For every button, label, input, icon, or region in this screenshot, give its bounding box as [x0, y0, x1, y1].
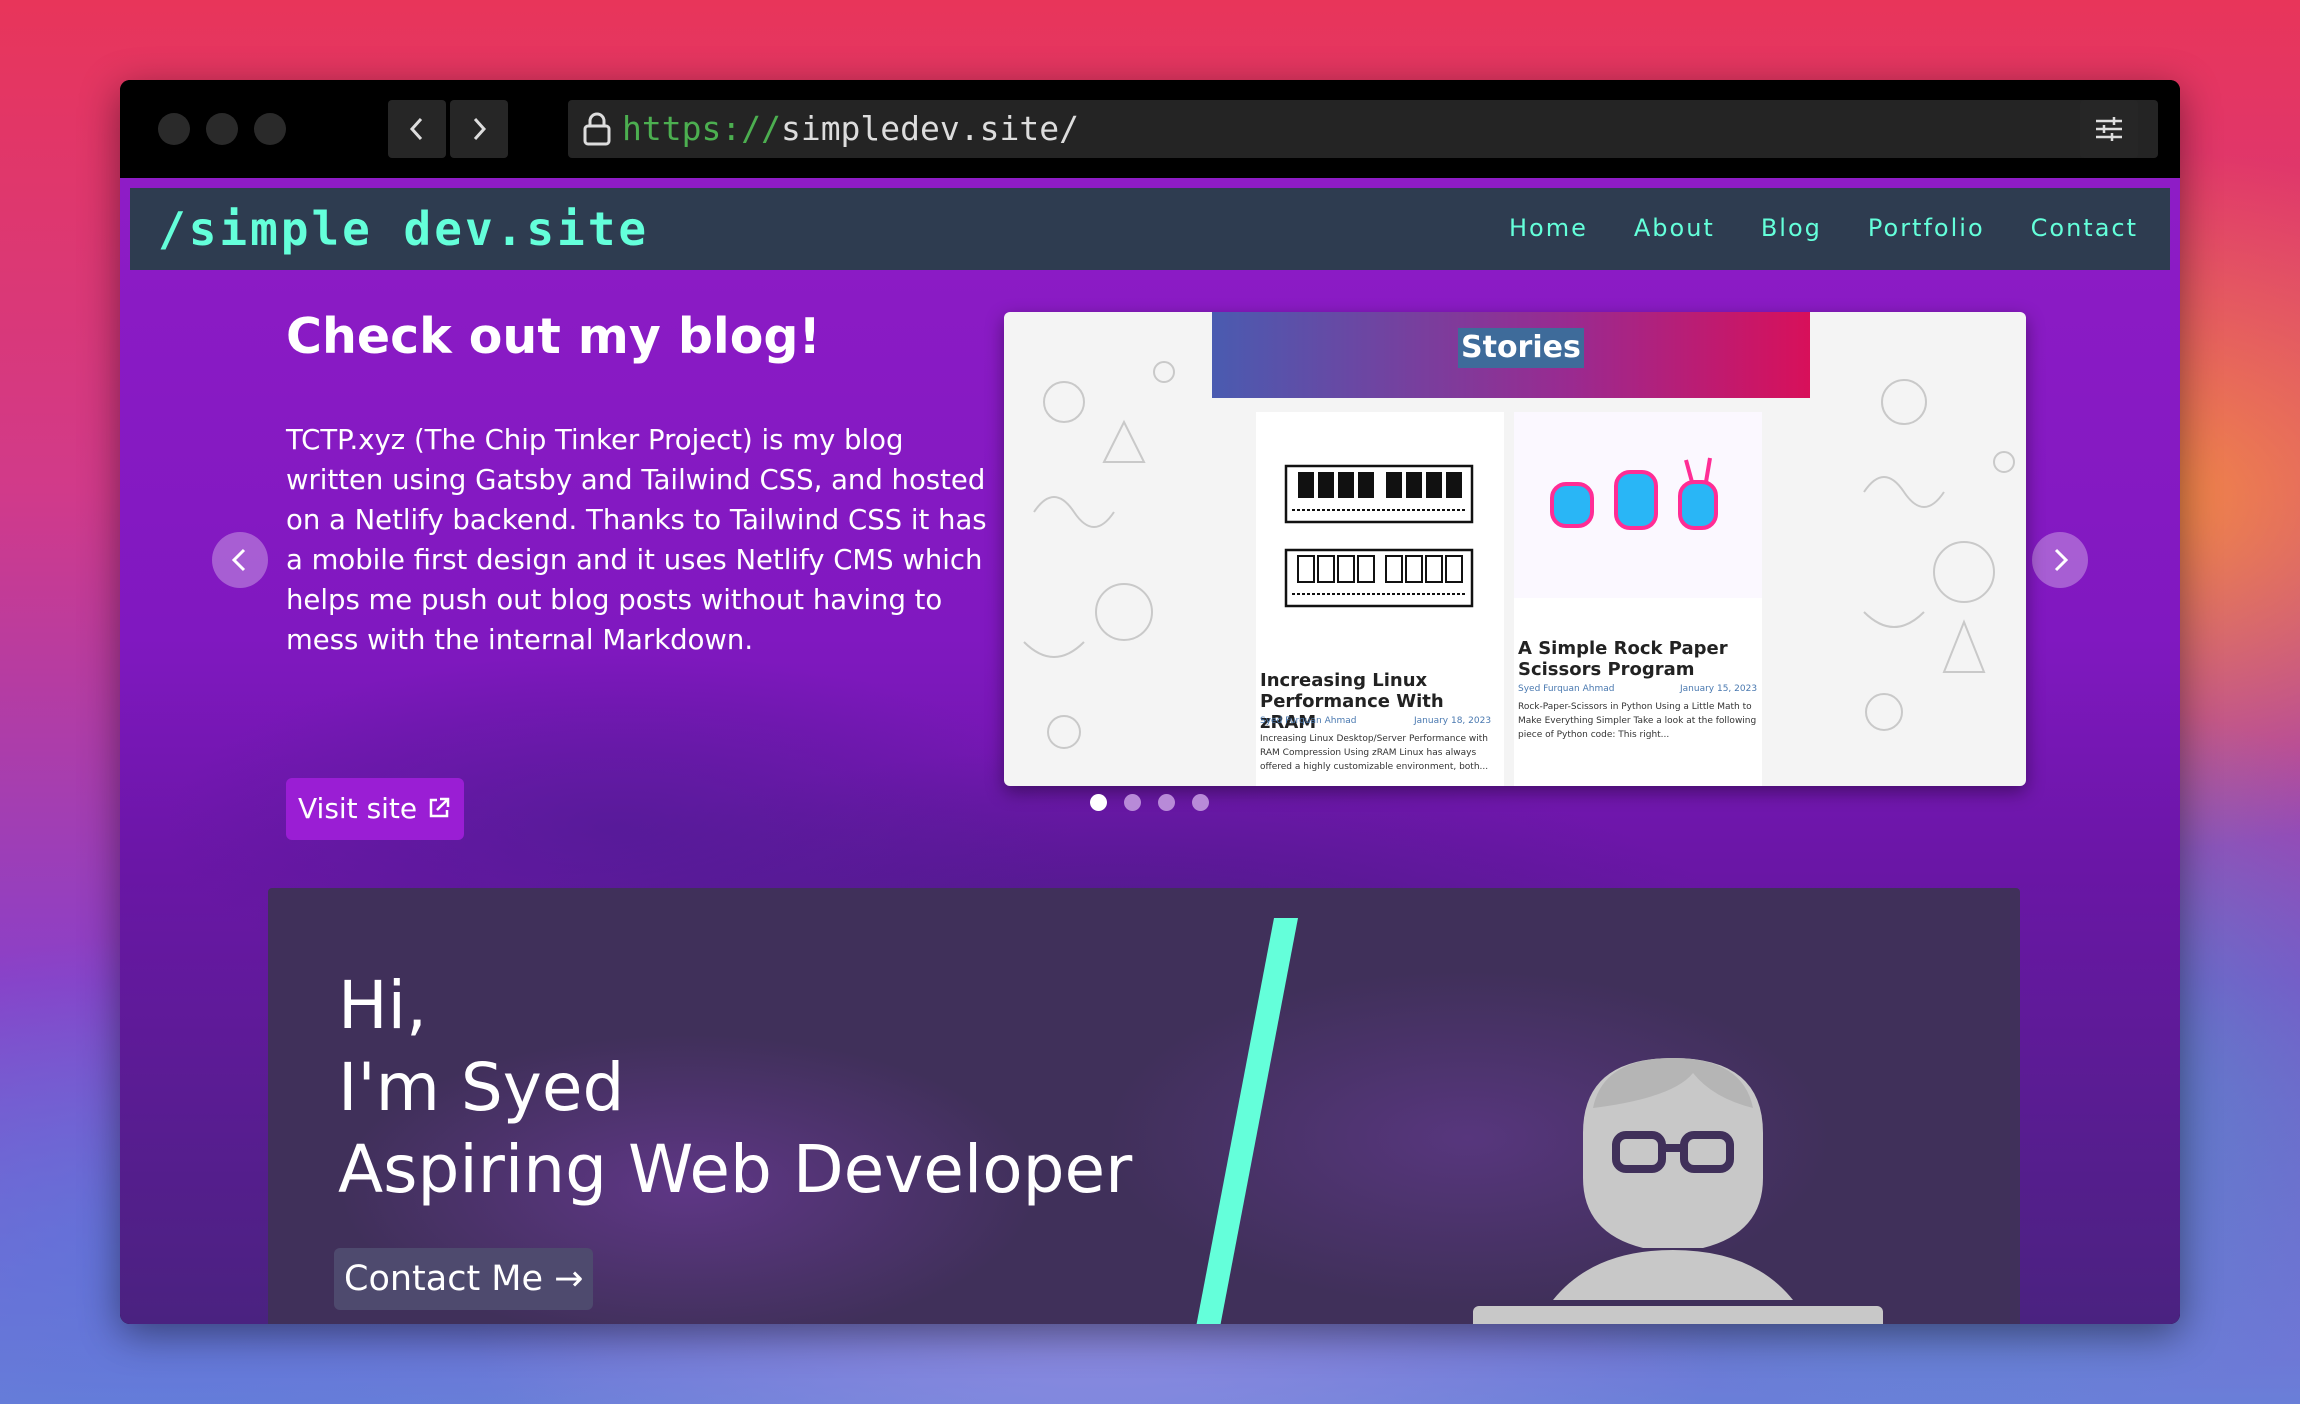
nav-contact-link[interactable]: Contact [2031, 214, 2138, 242]
carousel-dot[interactable] [1158, 794, 1175, 811]
lock-icon [583, 112, 611, 146]
card-author: Syed Furquan Ahmad [1518, 684, 1615, 694]
stories-heading: Stories [1458, 328, 1584, 368]
site-navbar: /simple dev.site Home About Blog Portfol… [130, 188, 2170, 270]
blog-preview-image[interactable]: Stories Increasing Linux Performance Wit… [1004, 312, 2026, 786]
url-protocol: https:// [622, 109, 781, 148]
card-excerpt: Rock-Paper-Scissors in Python Using a Li… [1518, 702, 1757, 740]
blog-card[interactable]: A Simple Rock Paper Scissors Program Sye… [1514, 412, 1762, 786]
web-page: /simple dev.site Home About Blog Portfol… [120, 178, 2180, 1324]
card-excerpt: Increasing Linux Desktop/Server Performa… [1260, 734, 1489, 772]
accent-slash [1196, 918, 1298, 1324]
carousel-title: Check out my blog! [286, 308, 821, 365]
site-logo[interactable]: /simple dev.site [158, 202, 649, 256]
address-bar[interactable]: https://simpledev.site/ [568, 100, 2158, 158]
carousel-prev-button[interactable] [212, 532, 268, 588]
visit-site-label: Visit site [298, 792, 418, 825]
developer-avatar-icon [1473, 1058, 1883, 1324]
sliders-icon [2096, 117, 2122, 141]
url-domain: simpledev.site/ [780, 109, 1079, 148]
contact-me-button[interactable]: Contact Me → [334, 1248, 594, 1310]
nav-links: Home About Blog Portfolio Contact [1509, 214, 2138, 242]
nav-about-link[interactable]: About [1634, 214, 1715, 242]
ram-stick-image [1284, 464, 1474, 608]
window-close-button[interactable] [158, 113, 190, 145]
card-date: January 15, 2023 [1680, 684, 1758, 694]
external-link-icon [429, 797, 450, 818]
hero-section: Hi, I'm Syed Aspiring Web Developer Cont… [268, 888, 2020, 1324]
window-maximize-button[interactable] [254, 113, 286, 145]
hero-role: Aspiring Web Developer [338, 1131, 1133, 1208]
window-minimize-button[interactable] [206, 113, 238, 145]
carousel-dot[interactable] [1192, 794, 1209, 811]
nav-blog-link[interactable]: Blog [1761, 214, 1822, 242]
browser-window: https://simpledev.site/ /simple dev.site… [120, 80, 2180, 1324]
rock-paper-scissors-image [1514, 412, 1762, 598]
carousel-dot[interactable] [1124, 794, 1141, 811]
nav-portfolio-link[interactable]: Portfolio [1868, 214, 1985, 242]
url-text: https://simpledev.site/ [622, 100, 1079, 158]
carousel-next-button[interactable] [2032, 532, 2088, 588]
chevron-left-icon [409, 117, 423, 141]
card-title: A Simple Rock Paper Scissors Program [1518, 638, 1728, 680]
card-author: Syed Furquan Ahmad [1260, 716, 1357, 726]
hero-name: I'm Syed [338, 1049, 625, 1126]
hero-greeting: Hi, [338, 967, 427, 1044]
chevron-right-icon [473, 117, 487, 141]
visit-site-button[interactable]: Visit site [286, 778, 465, 840]
carousel-indicators [1090, 794, 1209, 811]
nav-home-link[interactable]: Home [1509, 214, 1588, 242]
forward-button[interactable] [450, 100, 508, 158]
blog-card[interactable]: Increasing Linux Performance With zRAM S… [1256, 412, 1504, 786]
chevron-right-icon [2054, 548, 2069, 572]
carousel-description: TCTP.xyz (The Chip Tinker Project) is my… [286, 424, 987, 656]
settings-button[interactable] [2080, 100, 2138, 158]
back-button[interactable] [388, 100, 446, 158]
carousel-dot[interactable] [1090, 794, 1107, 811]
chevron-left-icon [231, 548, 246, 572]
card-date: January 18, 2023 [1414, 716, 1492, 726]
browser-toolbar: https://simpledev.site/ [120, 80, 2180, 178]
